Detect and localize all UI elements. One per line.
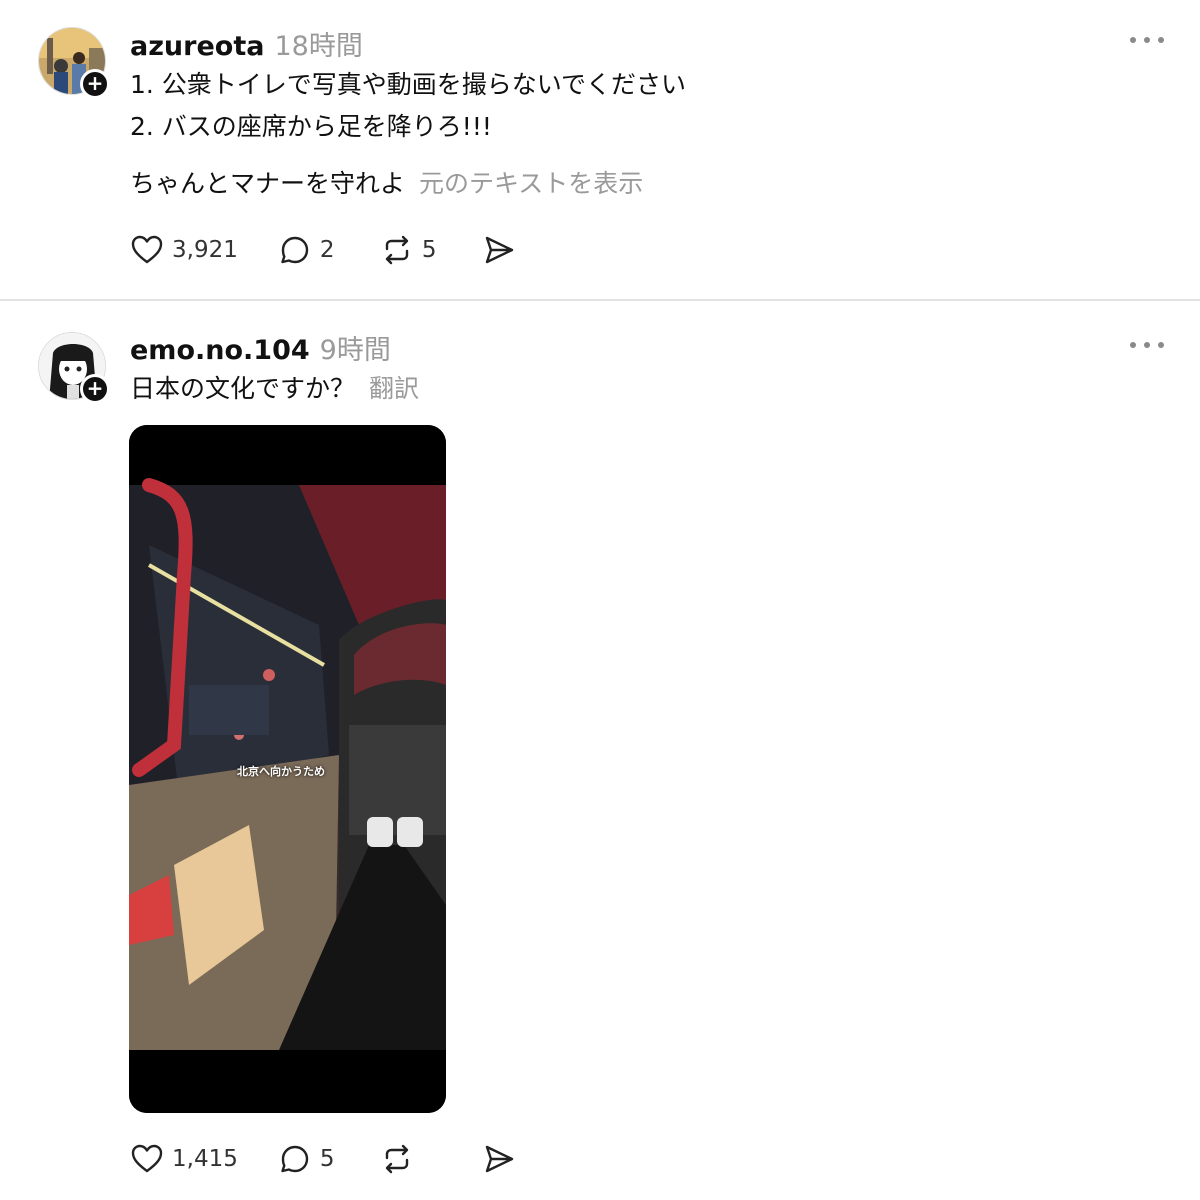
heart-icon bbox=[131, 235, 163, 264]
post-text: 1. 公衆トイレで写真や動画を撮らないでください 2. バスの座席から足を降りろ… bbox=[130, 64, 686, 148]
username-text[interactable]: azureota bbox=[130, 31, 264, 62]
post-line: 1. 公衆トイレで写真や動画を撮らないでください bbox=[130, 70, 687, 99]
username-text[interactable]: emo.no.104 bbox=[130, 335, 310, 366]
share-icon bbox=[485, 1145, 514, 1173]
comment-icon bbox=[281, 1145, 309, 1173]
comment-count: 2 bbox=[319, 237, 335, 263]
avatar[interactable]: + bbox=[38, 27, 110, 99]
follow-plus-icon[interactable]: + bbox=[80, 374, 110, 404]
like-button[interactable]: 1,415 bbox=[130, 1142, 238, 1176]
username[interactable]: emo.no.104 9時間 bbox=[130, 328, 391, 367]
post-line: 2. バスの座席から足を降りろ!!! bbox=[130, 112, 492, 141]
comment-button[interactable]: 2 bbox=[278, 233, 340, 267]
like-button[interactable]: 3,921 bbox=[130, 233, 238, 267]
like-count: 1,415 bbox=[172, 1146, 238, 1172]
username[interactable]: azureota 18時間 bbox=[130, 24, 363, 63]
video-caption: 北京へ向かうため bbox=[237, 765, 325, 778]
repost-icon bbox=[385, 235, 409, 265]
repost-icon bbox=[385, 1144, 409, 1174]
post-text: ちゃんとマナーを守れよ 元のテキストを表示 bbox=[130, 163, 643, 205]
post-line: ちゃんとマナーを守れよ bbox=[130, 169, 406, 198]
action-bar: 1,415 5 bbox=[130, 1139, 564, 1179]
share-button[interactable] bbox=[482, 1142, 524, 1176]
post-time: 18時間 bbox=[274, 31, 363, 62]
share-icon bbox=[485, 236, 514, 264]
heart-icon bbox=[131, 1144, 163, 1173]
comment-icon bbox=[281, 236, 309, 264]
post-line: 日本の文化ですか？ bbox=[130, 374, 356, 403]
more-icon[interactable] bbox=[1130, 342, 1164, 350]
repost-button[interactable] bbox=[380, 1142, 442, 1176]
post-time: 9時間 bbox=[319, 335, 391, 366]
show-original-link[interactable]: 元のテキストを表示 bbox=[419, 169, 643, 198]
action-bar: 3,921 2 5 bbox=[130, 230, 564, 270]
post-text: 日本の文化ですか？ 翻訳 bbox=[130, 368, 419, 410]
follow-plus-icon[interactable]: + bbox=[80, 69, 110, 99]
comment-button[interactable]: 5 bbox=[278, 1142, 340, 1176]
repost-count: 5 bbox=[421, 237, 437, 263]
post: + azureota 18時間 1. 公衆トイレで写真や動画を撮らないでください … bbox=[0, 0, 1200, 300]
share-button[interactable] bbox=[482, 233, 524, 267]
post: + emo.no.104 9時間 日本の文化ですか？ 翻訳 北京へ向かうため 1… bbox=[0, 301, 1200, 1200]
comment-count: 5 bbox=[319, 1146, 335, 1172]
video-player[interactable]: 北京へ向かうため bbox=[129, 425, 446, 1113]
avatar[interactable]: + bbox=[38, 332, 110, 404]
more-icon[interactable] bbox=[1130, 37, 1164, 45]
like-count: 3,921 bbox=[172, 237, 238, 263]
repost-button[interactable]: 5 bbox=[380, 233, 442, 267]
translate-link[interactable]: 翻訳 bbox=[369, 374, 419, 403]
